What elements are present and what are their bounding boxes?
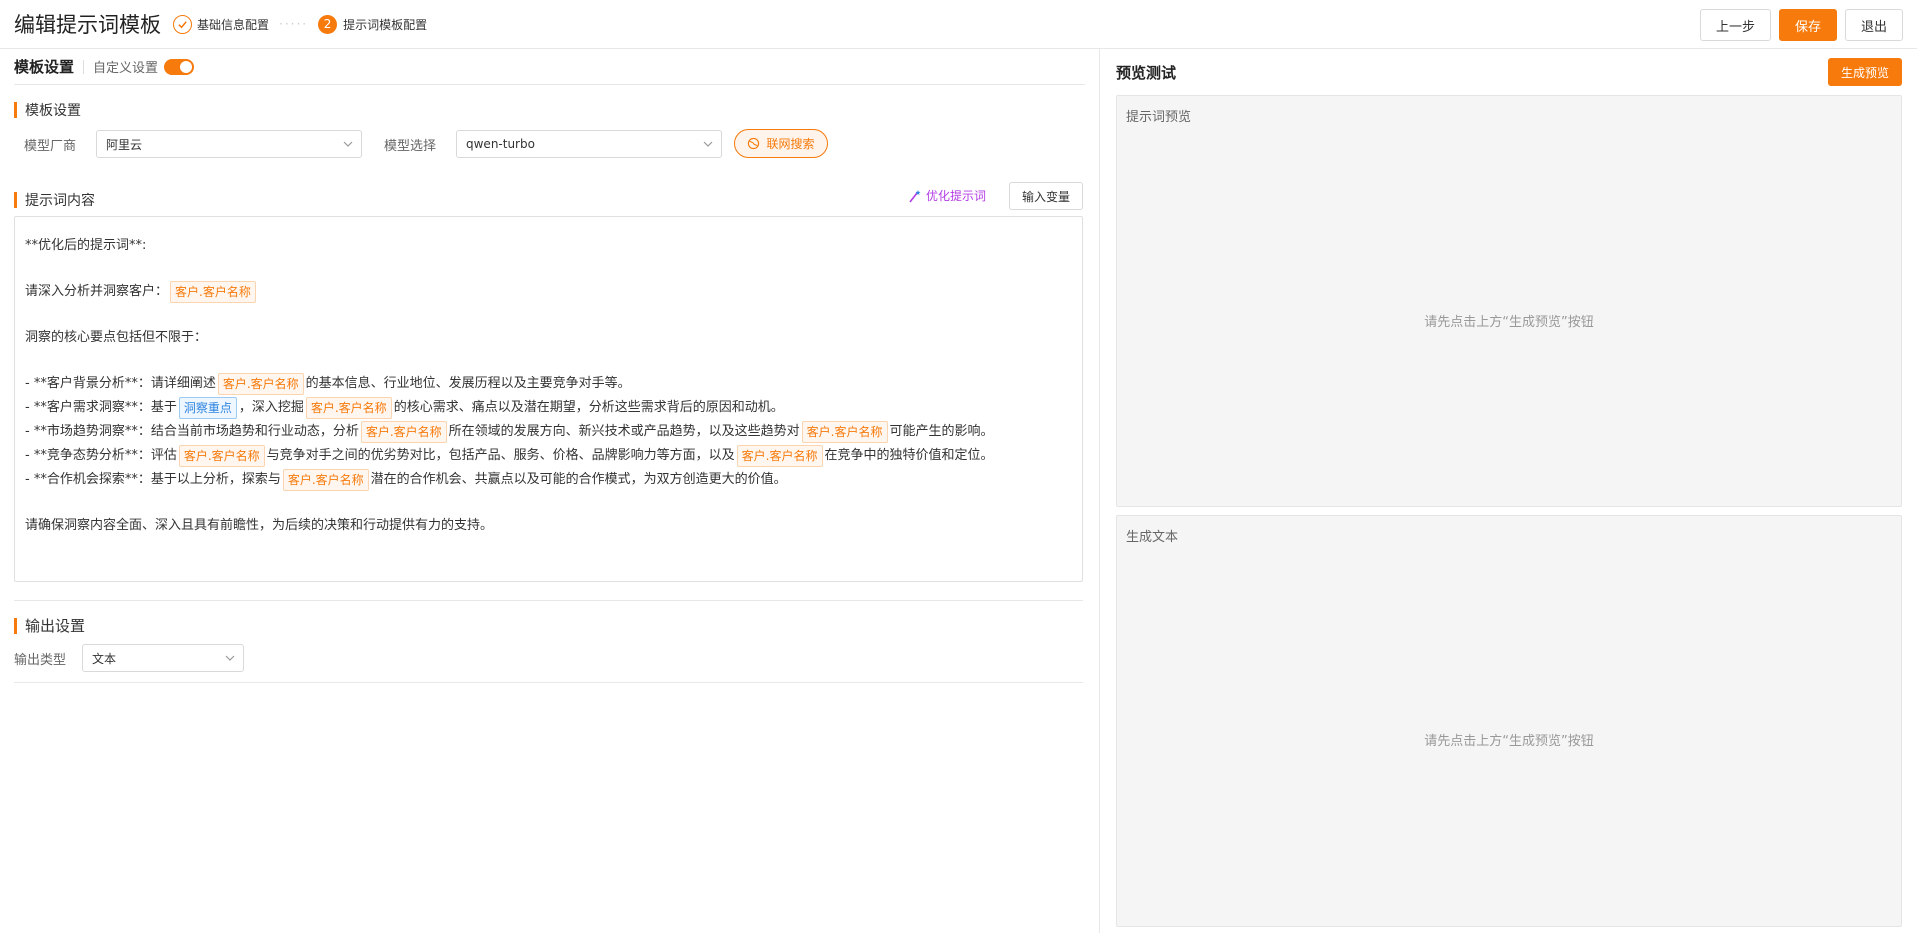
section-accent-bar [14,102,17,118]
prompt-line: - **合作机会探索**：基于以上分析，探索与 客户.客户名称 潜在的合作机会、共赢… [25,468,1072,492]
section-accent-bar [14,617,17,634]
output-section-title: 输出设置 [14,615,85,636]
variable-tag[interactable]: 客户.客户名称 [170,280,256,303]
vendor-select-value: 阿里云 [106,137,143,152]
save-button[interactable]: 保存 [1778,9,1837,41]
output-section-title-text: 输出设置 [25,617,86,635]
step-connector: ····· [279,17,309,31]
custom-settings-label: 自定义设置 [93,61,159,76]
prev-step-button[interactable]: 上一步 [1699,9,1771,41]
prompt-line: 请确保洞察内容全面、深入且具有前瞻性，为后续的决策和行动提供有力的支持。 [25,518,494,533]
prompt-preview-pane: 提示词预览 请先点击上方“生成预览”按钮 [1116,95,1902,507]
template-settings-panel: 模板设置 自定义设置 模板设置 模型厂商 阿里云 模型选择 qwen-turbo… [0,49,1100,933]
output-type-label: 输出类型 [14,653,67,668]
generate-preview-button[interactable]: 生成预览 [1828,58,1902,86]
prompt-line: **优化后的提示词**: [25,238,147,253]
web-search-label: 联网搜索 [766,137,815,151]
variable-tag[interactable]: 洞察重点 [178,396,237,419]
vendor-label: 模型厂商 [24,139,77,154]
section-divider [14,600,1083,601]
input-variable-button[interactable]: 输入变量 [1009,182,1083,210]
model-section-title: 模板设置 [14,100,81,120]
variable-tag[interactable]: 客户.客户名称 [178,444,265,467]
optimize-prompt-button[interactable]: 优化提示词 [908,187,986,204]
model-select-value: qwen-turbo [466,137,535,151]
prompt-preview-label: 提示词预览 [1126,110,1192,125]
step-basic-info[interactable]: 基础信息配置 [173,14,270,34]
divider [83,59,85,74]
prompt-line: - **竞争态势分析**：评估 客户.客户名称 与竞争对手之间的优劣势对比，包括产品… [25,444,1072,468]
output-type-select[interactable]: 文本 [82,644,244,672]
preview-title: 预览测试 [1116,64,1177,82]
prompt-line: - **市场趋势洞察**：结合当前市场趋势和行业动态，分析 客户.客户名称 所在领域… [25,420,1072,444]
custom-settings-toggle[interactable] [164,58,195,75]
page-header: 编辑提示词模板 基础信息配置 ····· 2 提示词模板配置 上一步 保存 退出 [0,0,1917,49]
prompt-line: 请深入分析并洞察客户： 客户.客户名称 [25,280,1072,304]
step-template-config[interactable]: 2 提示词模板配置 [318,14,428,34]
prompt-line: 洞察的核心要点包括但不限于： [25,330,208,345]
generated-text-label: 生成文本 [1126,530,1179,545]
optimize-prompt-label: 优化提示词 [926,189,987,203]
prompt-preview-hint: 请先点击上方“生成预览”按钮 [1424,315,1594,330]
exit-button[interactable]: 退出 [1844,9,1903,41]
web-search-button[interactable]: 联网搜索 [734,129,828,158]
model-label: 模型选择 [384,139,437,154]
page-title: 编辑提示词模板 [14,13,161,37]
prompt-section-title: 提示词内容 [14,190,95,210]
check-icon [173,14,192,34]
output-type-value: 文本 [92,651,117,666]
magic-wand-icon [909,189,921,202]
variable-tag[interactable]: 客户.客户名称 [360,420,447,443]
step-basic-info-label: 基础信息配置 [197,17,270,32]
variable-tag[interactable]: 客户.客户名称 [282,468,369,491]
chevron-down-icon [225,655,235,661]
prompt-line: - **客户背景分析**：请详细阐述 客户.客户名称 的基本信息、行业地位、发展历程… [25,372,1072,396]
variable-tag[interactable]: 客户.客户名称 [217,372,304,395]
template-settings-title: 模板设置 [14,58,75,76]
variable-tag[interactable]: 客户.客户名称 [801,420,888,443]
globe-icon [748,137,760,150]
generated-text-hint: 请先点击上方“生成预览”按钮 [1424,734,1594,749]
variable-tag[interactable]: 客户.客户名称 [305,396,392,419]
step-number-badge: 2 [318,14,338,34]
chevron-down-icon [343,141,353,147]
section-divider [14,682,1083,683]
step-template-config-label: 提示词模板配置 [343,17,428,32]
prompt-section-title-text: 提示词内容 [25,193,95,209]
vendor-select[interactable]: 阿里云 [96,130,362,158]
template-settings-header: 模板设置 自定义设置 [14,49,1085,85]
section-accent-bar [14,192,17,208]
chevron-down-icon [703,141,713,147]
model-section-title-text: 模板设置 [25,103,81,119]
variable-tag[interactable]: 客户.客户名称 [736,444,823,467]
model-select[interactable]: qwen-turbo [456,130,722,158]
prompt-line: - **客户需求洞察**：基于 洞察重点 ，深入挖掘 客户.客户名称 的核心需求、痛点以… [25,396,1072,420]
generated-text-pane: 生成文本 请先点击上方“生成预览”按钮 [1116,515,1902,927]
preview-panel: 预览测试 生成预览 提示词预览 请先点击上方“生成预览”按钮 生成文本 请先点击… [1100,49,1917,933]
header-actions: 上一步 保存 退出 [1699,9,1903,41]
prompt-editor[interactable]: **优化后的提示词**: 请深入分析并洞察客户： 客户.客户名称 洞察的核心要点包… [14,216,1083,582]
